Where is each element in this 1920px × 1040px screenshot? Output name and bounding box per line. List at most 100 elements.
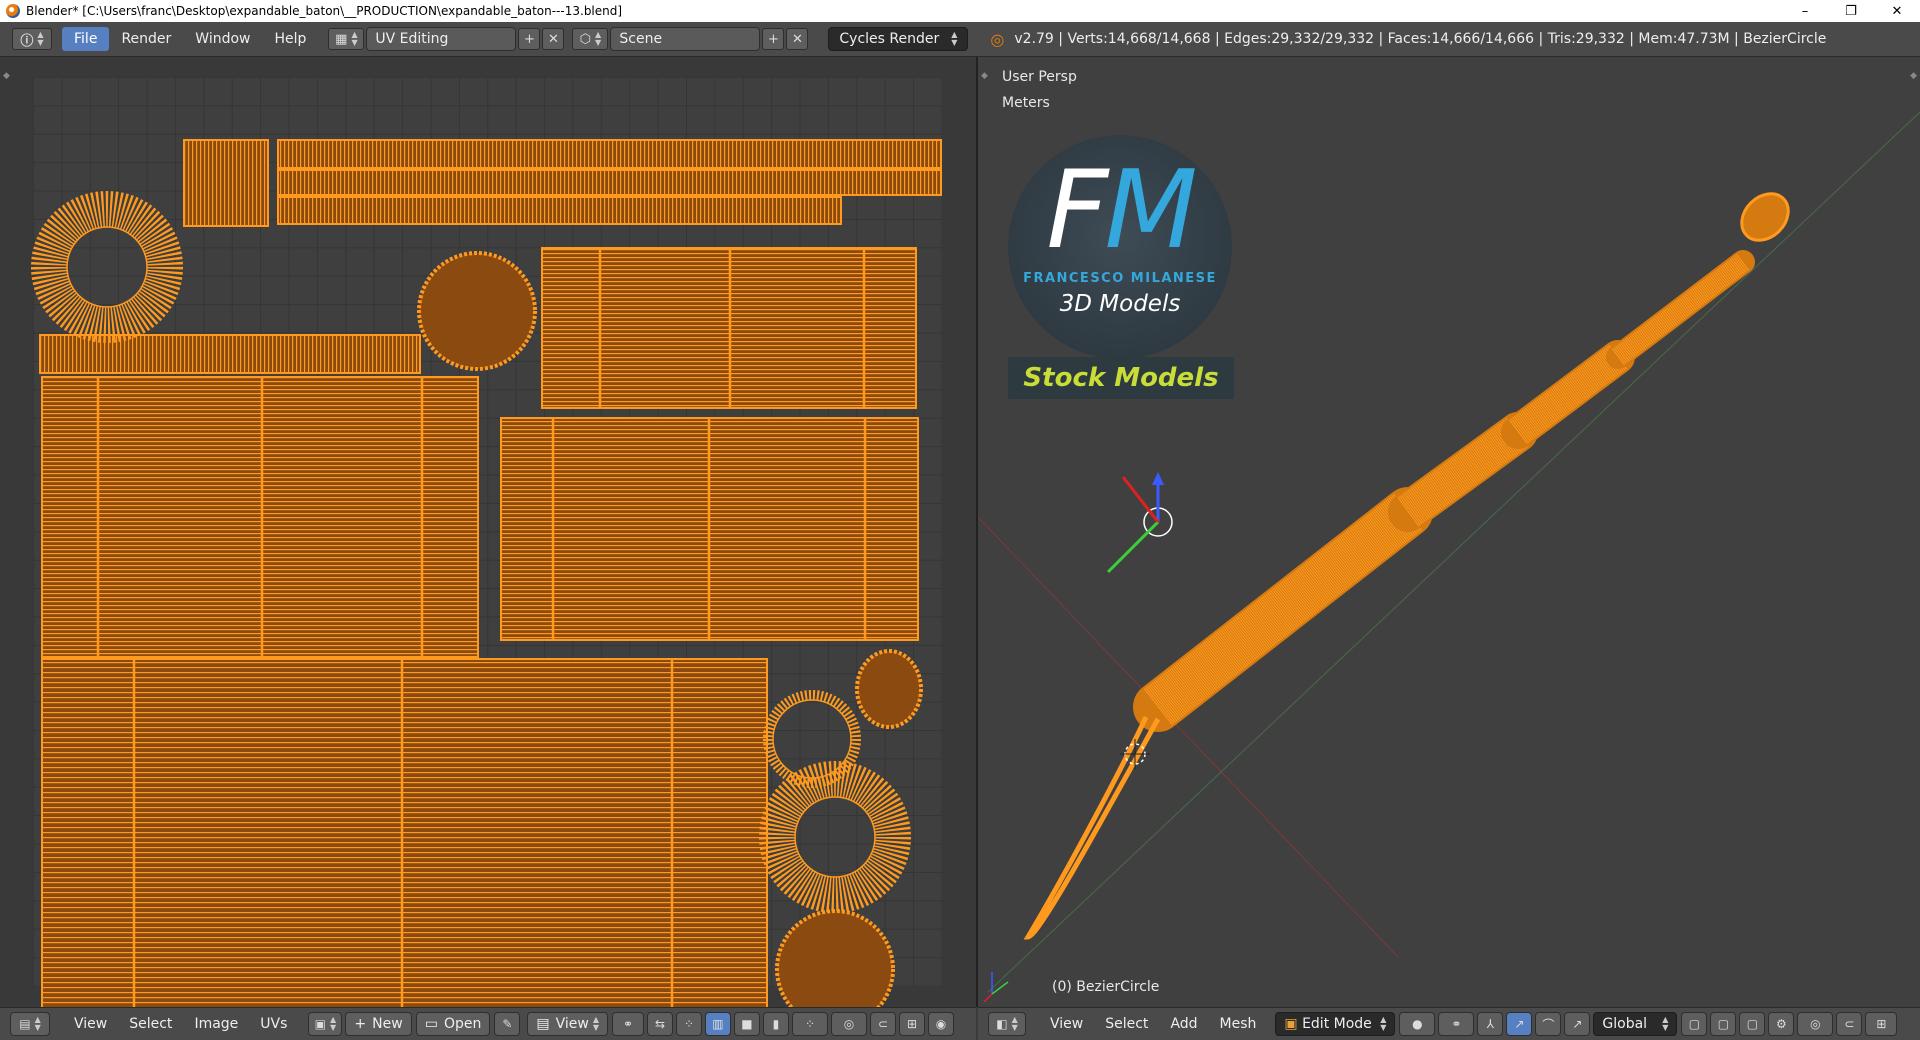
scale-manipulator-button[interactable]: ↗ bbox=[1564, 1012, 1591, 1036]
info-header: ⓘ ▲ ▼ File Render Window Help ▦ ▲ ▼ UV Editi… bbox=[0, 22, 1920, 57]
editor-type-uv-button[interactable]: ▤ ▲ ▼ bbox=[10, 1012, 50, 1036]
uv-island-top-small bbox=[183, 139, 269, 227]
updown-arrows-icon: ▲ ▼ bbox=[1011, 1015, 1018, 1032]
transform-orientation-dropdown[interactable]: Global ▲ ▼ bbox=[1593, 1012, 1678, 1036]
uv-editor-header: ▤ ▲ ▼ View Select Image UVs ▣ ▲ ▼ + New ▭ Open… bbox=[0, 1007, 976, 1040]
snap-element-dropdown[interactable]: ⊞ bbox=[1865, 1012, 1898, 1036]
uv-menu-select[interactable]: Select bbox=[118, 1016, 183, 1032]
plus-icon: + bbox=[523, 31, 535, 47]
snap-element-button[interactable]: ⊞ bbox=[898, 1012, 925, 1036]
snap-toggle[interactable]: ⊂ bbox=[869, 1012, 896, 1036]
edge-select-button[interactable]: ▥ bbox=[704, 1012, 731, 1036]
cube-icon: ◧ bbox=[996, 1017, 1008, 1031]
menu-file[interactable]: File bbox=[62, 27, 110, 51]
menu-window[interactable]: Window bbox=[183, 27, 262, 51]
baton-tip-cap bbox=[1740, 192, 1790, 242]
magnet-icon: ⊂ bbox=[1844, 1017, 1855, 1031]
remove-scene-button[interactable]: ✕ bbox=[786, 28, 809, 50]
view-mode-dropdown[interactable]: ▤ View ▲ ▼ bbox=[527, 1012, 608, 1036]
render-engine-dropdown[interactable]: Cycles Render ▲ ▼ bbox=[828, 27, 969, 51]
proportional-edit-icon: ◎ bbox=[1810, 1017, 1821, 1031]
remove-screen-button[interactable]: ✕ bbox=[542, 28, 565, 50]
updown-arrows-icon: ▲ ▼ bbox=[37, 30, 44, 47]
magnet-icon: ⊂ bbox=[877, 1017, 888, 1031]
sync-icon: ⇆ bbox=[654, 1017, 665, 1031]
new-image-button[interactable]: + New bbox=[345, 1012, 412, 1036]
sticky-icon: ⁘ bbox=[804, 1017, 815, 1031]
3d-viewport[interactable]: User Persp Meters ◆ ◆ FM FRANCESCO MILAN… bbox=[978, 57, 1920, 1007]
viewport-scene bbox=[978, 111, 1920, 1003]
uv-island-mid-strip bbox=[39, 334, 421, 374]
uv-island-top-strip-2 bbox=[277, 169, 942, 196]
face-select-button[interactable]: ■ bbox=[733, 1012, 760, 1036]
uv-island-disc-2 bbox=[775, 909, 895, 1007]
vertex-select-button[interactable]: ⁘ bbox=[675, 1012, 702, 1036]
pivot-icon: ⚭ bbox=[1451, 1017, 1462, 1031]
layer-button-2[interactable]: ▢ bbox=[1710, 1012, 1737, 1036]
updown-arrows-icon: ▲ ▼ bbox=[34, 1015, 41, 1032]
vp-menu-view[interactable]: View bbox=[1039, 1016, 1094, 1032]
uv-menu-image[interactable]: Image bbox=[183, 1016, 249, 1032]
pivot-dropdown[interactable]: ⚭ bbox=[611, 1012, 644, 1036]
3d-viewport-header: ◧ ▲ ▼ View Select Add Mesh ▣ Edit Mode ▲ ▼ … bbox=[978, 1007, 1920, 1040]
manipulator-toggle[interactable]: ⅄ bbox=[1477, 1012, 1504, 1036]
menu-help[interactable]: Help bbox=[262, 27, 318, 51]
pin-button[interactable]: ✎ bbox=[494, 1012, 521, 1036]
island-select-button[interactable]: ▮ bbox=[762, 1012, 789, 1036]
uv-image-editor[interactable]: ◆ bbox=[0, 57, 976, 1007]
occlude-geometry-button[interactable]: ⚙ bbox=[1768, 1012, 1795, 1036]
sticky-mode-dropdown[interactable]: ⁘ bbox=[791, 1012, 828, 1036]
layer-icon: ▢ bbox=[1688, 1017, 1701, 1031]
uv-menu-uvs[interactable]: UVs bbox=[249, 1016, 298, 1032]
vp-menu-select[interactable]: Select bbox=[1094, 1016, 1159, 1032]
image-editor-icon: ▤ bbox=[19, 1017, 31, 1031]
mode-dropdown[interactable]: ▣ Edit Mode ▲ ▼ bbox=[1275, 1012, 1396, 1036]
add-scene-button[interactable]: + bbox=[762, 28, 785, 50]
info-icon: ⓘ bbox=[20, 33, 34, 49]
updown-arrows-icon: ▲ ▼ bbox=[595, 30, 602, 47]
scene-icon-button[interactable]: ⬡ ▲ ▼ bbox=[572, 28, 609, 50]
uv-menu-view[interactable]: View bbox=[63, 1016, 118, 1032]
scale-icon: ↗ bbox=[1572, 1017, 1583, 1031]
translate-manipulator-button[interactable]: ↗ bbox=[1506, 1012, 1533, 1036]
uv-island-panel-3 bbox=[41, 376, 479, 658]
add-screen-button[interactable]: + bbox=[518, 28, 541, 50]
sync-selection-button[interactable]: ⇆ bbox=[646, 1012, 673, 1036]
editor-type-info-button[interactable]: ⓘ ▲ ▼ bbox=[12, 28, 52, 50]
layer-button-1[interactable]: ▢ bbox=[1681, 1012, 1708, 1036]
uv-island-top-strip-1 bbox=[277, 139, 942, 169]
render-slot-button[interactable]: ◉ bbox=[927, 1012, 954, 1036]
screen-layout-icon-button[interactable]: ▦ ▲ ▼ bbox=[328, 28, 365, 50]
image-browse-button[interactable]: ▣ ▲ ▼ bbox=[308, 1012, 343, 1036]
uv-island-top-strip-3 bbox=[277, 196, 842, 225]
mini-y-axis bbox=[991, 981, 1009, 995]
settings-icon: ⚙ bbox=[1776, 1017, 1787, 1031]
updown-arrows-icon: ▲ ▼ bbox=[592, 1015, 599, 1032]
vp-menu-mesh[interactable]: Mesh bbox=[1209, 1016, 1268, 1032]
restore-button[interactable]: ❐ bbox=[1828, 0, 1874, 22]
layer-button-3[interactable]: ▢ bbox=[1739, 1012, 1766, 1036]
shading-dropdown[interactable]: ● bbox=[1399, 1012, 1436, 1036]
layer-icon: ▢ bbox=[1746, 1017, 1759, 1031]
screen-layout-field[interactable]: UV Editing bbox=[366, 27, 517, 51]
blender-logo-icon bbox=[6, 4, 20, 18]
mini-x-axis bbox=[983, 993, 993, 1003]
edit-mode-icon: ▣ bbox=[1284, 1016, 1298, 1032]
open-image-button[interactable]: ▭ Open bbox=[415, 1012, 491, 1036]
manipulator-icon: ⅄ bbox=[1486, 1017, 1495, 1031]
x-icon: ✕ bbox=[791, 31, 803, 47]
minimize-button[interactable]: – bbox=[1782, 0, 1828, 22]
close-button[interactable]: ✕ bbox=[1874, 0, 1920, 22]
menu-render[interactable]: Render bbox=[109, 27, 183, 51]
scene-field[interactable]: Scene bbox=[610, 27, 761, 51]
vp-menu-add[interactable]: Add bbox=[1159, 1016, 1208, 1032]
proportional-edit-dropdown[interactable]: ◎ bbox=[1797, 1012, 1834, 1036]
snap-toggle[interactable]: ⊂ bbox=[1836, 1012, 1863, 1036]
editor-type-3d-button[interactable]: ◧ ▲ ▼ bbox=[988, 1012, 1026, 1036]
rotate-manipulator-button[interactable]: ⌒ bbox=[1535, 1012, 1562, 1036]
arrow-icon: ↗ bbox=[1514, 1017, 1525, 1031]
pivot-point-dropdown[interactable]: ⚭ bbox=[1438, 1012, 1475, 1036]
vertex-select-icon: ⁘ bbox=[683, 1017, 694, 1031]
uv-island-cap bbox=[855, 649, 923, 729]
proportional-edit-dropdown[interactable]: ◎ bbox=[830, 1012, 867, 1036]
